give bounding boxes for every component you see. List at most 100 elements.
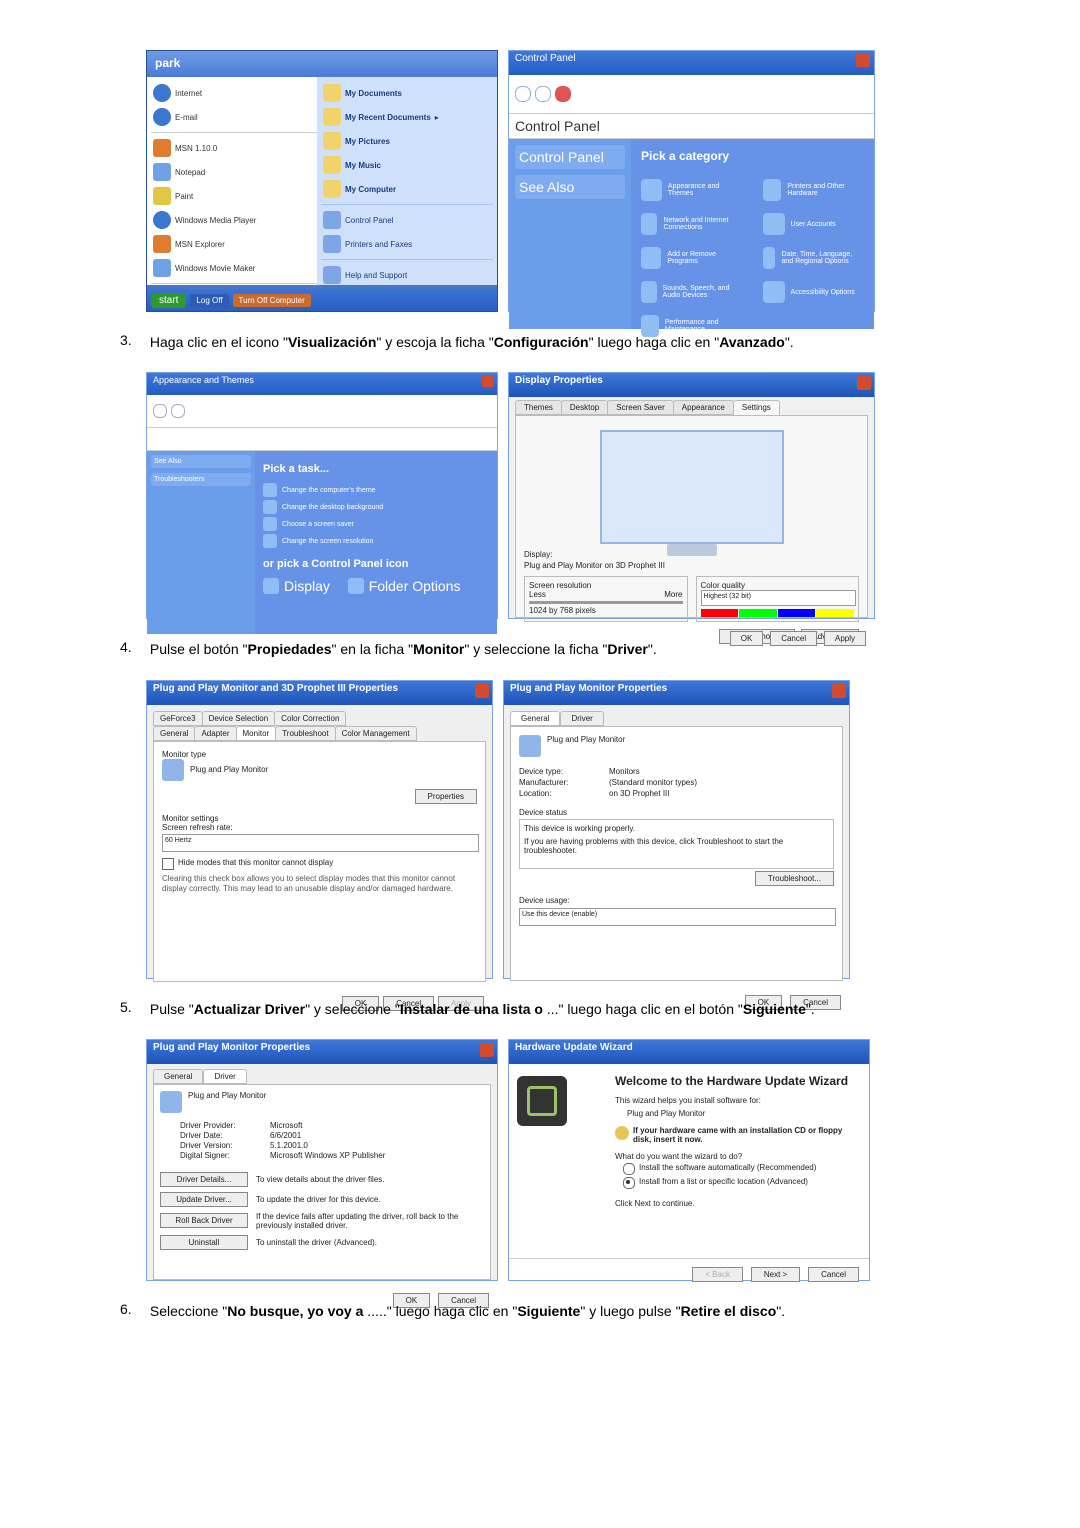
dt-signer: Microsoft Windows XP Publisher: [270, 1151, 385, 1160]
step-5: 5. Pulse "Actualizar Driver" y seleccion…: [120, 999, 960, 1019]
at-task: Change the screen resolution: [282, 538, 373, 545]
mt-hz: 60 Hertz: [163, 837, 191, 844]
close-icon: [832, 684, 846, 698]
hw-device: Plug and Play Monitor: [627, 1109, 857, 1118]
dt-title: Plug and Play Monitor Properties: [153, 1042, 310, 1053]
mp-name: Plug and Play Monitor: [547, 735, 625, 757]
dt-rollback-button: Roll Back Driver: [160, 1213, 248, 1228]
cp-cat: Printers and Other Hardware: [787, 183, 864, 197]
monitor-tab-screenshot: Plug and Play Monitor and 3D Prophet III…: [146, 680, 493, 979]
mt-note: Clearing this check box allows you to se…: [162, 874, 477, 895]
dt-update-button: Update Driver...: [160, 1192, 248, 1207]
sm-printers: Printers and Faxes: [345, 240, 412, 249]
dp-display-value: Plug and Play Monitor on 3D Prophet III: [524, 561, 859, 570]
step-6-number: 6.: [120, 1301, 146, 1317]
dp-res-label: Screen resolution: [529, 581, 683, 590]
mt-mname: Plug and Play Monitor: [190, 765, 268, 774]
mp-tab-driver: Driver: [560, 711, 603, 726]
hw-next-button: Next >: [751, 1267, 800, 1282]
mt-tab: Device Selection: [202, 711, 276, 726]
step-3: 3. Haga clic en el icono "Visualización"…: [120, 332, 960, 352]
mp-location: on 3D Prophet III: [609, 789, 669, 798]
appearance-themes-screenshot: Appearance and Themes See Also Troublesh…: [146, 372, 498, 619]
dt-tab-driver: Driver: [203, 1069, 246, 1084]
at-side-2: Troubleshooters: [151, 473, 251, 486]
mt-tab: Color Management: [335, 726, 417, 741]
step-5-text: Pulse "Actualizar Driver" y seleccione "…: [150, 999, 940, 1019]
sm-music: My Music: [345, 161, 381, 170]
close-icon: [482, 375, 494, 387]
at-task: Change the computer's theme: [282, 487, 376, 494]
mp-usage-label: Device usage:: [519, 896, 834, 905]
mt-tab-monitor: Monitor: [236, 726, 277, 741]
mt-title: Plug and Play Monitor and 3D Prophet III…: [153, 683, 398, 694]
start-menu-right: My Documents My Recent Documents ▸ My Pi…: [317, 77, 497, 285]
mt-mtype: Monitor type: [162, 750, 477, 759]
dt-date: 6/6/2001: [270, 1131, 301, 1140]
hw-cancel-button: Cancel: [808, 1267, 859, 1282]
at-pick-task: Pick a task...: [263, 463, 489, 475]
monitor-icon: [519, 735, 541, 757]
dp-tab-appearance: Appearance: [673, 400, 734, 415]
dt-name: Plug and Play Monitor: [188, 1091, 266, 1113]
sm-email: E-mail: [175, 113, 198, 122]
cp-cat: Network and Internet Connections: [663, 217, 742, 231]
at-or-pick: or pick a Control Panel icon: [263, 558, 489, 570]
document-page: park Internet E-mail MSN 1.10.0 Notepad …: [0, 0, 1080, 1401]
dt-version: 5.1.2001.0: [270, 1141, 308, 1150]
close-icon: [856, 53, 870, 67]
cp-cat: Accessibility Options: [791, 289, 855, 296]
cp-side: Control Panel See Also: [509, 139, 631, 329]
at-icon-display: Display: [284, 578, 330, 594]
mp-usage-value: Use this device (enable): [520, 911, 597, 918]
start-menu-left: Internet E-mail MSN 1.10.0 Notepad Paint…: [147, 77, 325, 285]
dt-uninstall-button: Uninstall: [160, 1235, 248, 1250]
cp-pick-category: Pick a category: [641, 149, 864, 163]
mp-troubleshoot-button: Troubleshoot...: [755, 871, 834, 886]
display-properties-screenshot: Display Properties Themes Desktop Screen…: [508, 372, 875, 619]
start-button: start: [151, 293, 186, 308]
mt-tab: GeForce3: [153, 711, 203, 726]
monitor-preview: [600, 430, 784, 544]
sm-paint: Paint: [175, 192, 193, 201]
cp-side-2: See Also: [515, 175, 625, 199]
at-task: Choose a screen saver: [282, 521, 354, 528]
dp-color-select: Highest (32 bit): [701, 590, 857, 606]
mt-tab: Color Correction: [274, 711, 346, 726]
taskbar: start Log Off Turn Off Computer: [147, 289, 497, 311]
info-icon: [615, 1126, 629, 1140]
cp-cat: Performance and Maintenance: [665, 319, 743, 333]
at-task: Change the desktop background: [282, 504, 383, 511]
cp-toolbar: [509, 75, 874, 114]
dp-res-val: 1024 by 768 pixels: [529, 606, 683, 615]
close-icon: [480, 1043, 494, 1057]
start-menu-screenshot: park Internet E-mail MSN 1.10.0 Notepad …: [146, 50, 498, 312]
mp-manufacturer: (Standard monitor types): [609, 778, 697, 787]
dt-details-button: Driver Details...: [160, 1172, 248, 1187]
mp-status-label: Device status: [519, 808, 834, 817]
cp-title: Control Panel: [509, 51, 874, 75]
mt-properties-button: Properties: [415, 789, 477, 804]
dp-tab-desktop: Desktop: [561, 400, 608, 415]
mt-refresh-label: Screen refresh rate:: [162, 823, 477, 832]
hw-info: If your hardware came with an installati…: [633, 1126, 857, 1144]
step-3-number: 3.: [120, 332, 146, 348]
wizard-icon: [517, 1076, 567, 1126]
sm-cp: Control Panel: [345, 216, 393, 225]
close-icon: [857, 376, 871, 390]
hw-back-button: < Back: [692, 1267, 743, 1282]
dp-title: Display Properties: [515, 375, 603, 386]
step-4-number: 4.: [120, 639, 146, 655]
tb-logoff: Log Off: [190, 294, 228, 307]
cp-cat: User Accounts: [791, 221, 836, 228]
monitor-icon: [160, 1091, 182, 1113]
close-icon: [475, 684, 489, 698]
sm-mydocs: My Documents: [345, 89, 402, 98]
step-5-number: 5.: [120, 999, 146, 1015]
dp-tab-themes: Themes: [515, 400, 562, 415]
at-side-1: See Also: [151, 455, 251, 468]
monitor-icon: [162, 759, 184, 781]
figure-row-2: Appearance and Themes See Also Troublesh…: [146, 372, 960, 619]
dt-provider: Microsoft: [270, 1121, 302, 1130]
dp-tab-saver: Screen Saver: [607, 400, 673, 415]
